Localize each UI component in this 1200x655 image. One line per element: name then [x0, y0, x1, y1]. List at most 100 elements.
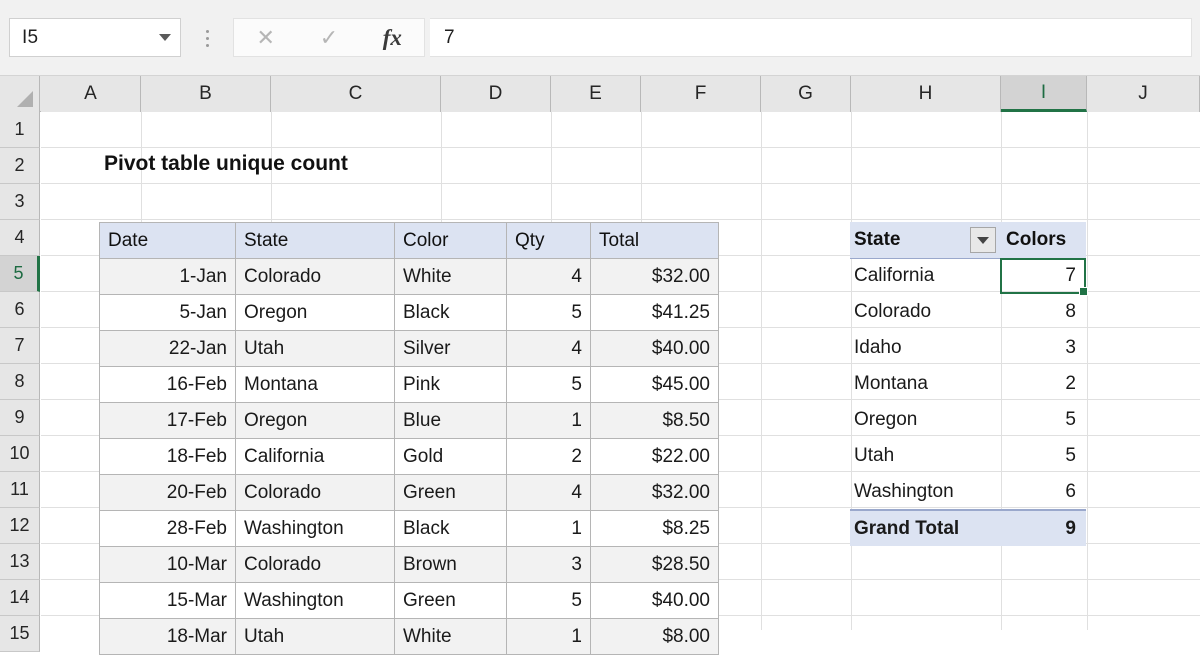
pivot-row[interactable]: Colorado 8 [850, 294, 1086, 330]
cell-color[interactable]: Black [394, 510, 507, 547]
table-row[interactable]: 20-Feb Colorado Green 4 $32.00 [99, 474, 719, 511]
pivot-cell-colors[interactable]: 7 [1000, 258, 1086, 294]
column-header-state[interactable]: State [235, 222, 395, 259]
cell-total[interactable]: $40.00 [590, 330, 719, 367]
check-icon[interactable]: ✓ [297, 26, 360, 49]
pivot-cell-state[interactable]: Washington [850, 474, 1000, 510]
cell-qty[interactable]: 1 [506, 618, 591, 655]
cell-qty[interactable]: 1 [506, 510, 591, 547]
formula-bar-gripper[interactable] [200, 26, 214, 50]
cell-date[interactable]: 16-Feb [99, 366, 236, 403]
column-header-i[interactable]: I [1001, 76, 1087, 112]
row-header-13[interactable]: 13 [0, 544, 40, 580]
cell-state[interactable]: Colorado [235, 474, 395, 511]
formula-input[interactable]: 7 [430, 18, 1192, 57]
cell-state[interactable]: Washington [235, 582, 395, 619]
cell-qty[interactable]: 1 [506, 402, 591, 439]
cell-date[interactable]: 20-Feb [99, 474, 236, 511]
cell-total[interactable]: $32.00 [590, 258, 719, 295]
pivot-row[interactable]: Montana 2 [850, 366, 1086, 402]
pivot-cell-colors[interactable]: 8 [1000, 294, 1086, 330]
cell-date[interactable]: 18-Feb [99, 438, 236, 475]
pivot-cell-state[interactable]: California [850, 258, 1000, 294]
pivot-cell-state[interactable]: Oregon [850, 402, 1000, 438]
cell-color[interactable]: Blue [394, 402, 507, 439]
cell-state[interactable]: Colorado [235, 546, 395, 583]
cell-date[interactable]: 5-Jan [99, 294, 236, 331]
cell-total[interactable]: $41.25 [590, 294, 719, 331]
cell-date[interactable]: 18-Mar [99, 618, 236, 655]
table-row[interactable]: 16-Feb Montana Pink 5 $45.00 [99, 366, 719, 403]
row-header-11[interactable]: 11 [0, 472, 40, 508]
cell-date[interactable]: 10-Mar [99, 546, 236, 583]
cell-total[interactable]: $32.00 [590, 474, 719, 511]
pivot-cell-state[interactable]: Colorado [850, 294, 1000, 330]
cell-qty[interactable]: 2 [506, 438, 591, 475]
pivot-cell-state[interactable]: Idaho [850, 330, 1000, 366]
table-row[interactable]: 5-Jan Oregon Black 5 $41.25 [99, 294, 719, 331]
pivot-grand-total-row[interactable]: Grand Total 9 [850, 509, 1086, 546]
table-row[interactable]: 17-Feb Oregon Blue 1 $8.50 [99, 402, 719, 439]
column-header-b[interactable]: B [141, 76, 271, 112]
pivot-row[interactable]: Utah 5 [850, 438, 1086, 474]
column-header-e[interactable]: E [551, 76, 641, 112]
cell-total[interactable]: $8.50 [590, 402, 719, 439]
table-row[interactable]: 1-Jan Colorado White 4 $32.00 [99, 258, 719, 295]
cell-total[interactable]: $45.00 [590, 366, 719, 403]
cell-color[interactable]: Brown [394, 546, 507, 583]
pivot-cell-colors[interactable]: 2 [1000, 366, 1086, 402]
cell-date[interactable]: 1-Jan [99, 258, 236, 295]
cell-state[interactable]: Washington [235, 510, 395, 547]
select-all-corner[interactable] [0, 76, 40, 112]
cell-state[interactable]: Utah [235, 618, 395, 655]
row-header-9[interactable]: 9 [0, 400, 40, 436]
row-header-1[interactable]: 1 [0, 112, 40, 148]
cell-state[interactable]: Oregon [235, 402, 395, 439]
cell-state[interactable]: Colorado [235, 258, 395, 295]
cell-qty[interactable]: 4 [506, 258, 591, 295]
cell-qty[interactable]: 5 [506, 582, 591, 619]
cell-total[interactable]: $40.00 [590, 582, 719, 619]
cell-state[interactable]: Utah [235, 330, 395, 367]
column-header-j[interactable]: J [1087, 76, 1200, 112]
column-header-d[interactable]: D [441, 76, 551, 112]
column-header-color[interactable]: Color [394, 222, 507, 259]
filter-dropdown-icon[interactable] [970, 227, 996, 253]
column-header-g[interactable]: G [761, 76, 851, 112]
cell-total[interactable]: $28.50 [590, 546, 719, 583]
table-row[interactable]: 18-Feb California Gold 2 $22.00 [99, 438, 719, 475]
row-header-14[interactable]: 14 [0, 580, 40, 616]
column-header-total[interactable]: Total [590, 222, 719, 259]
cell-qty[interactable]: 4 [506, 474, 591, 511]
cell-total[interactable]: $8.25 [590, 510, 719, 547]
row-header-15[interactable]: 15 [0, 616, 40, 652]
cell-date[interactable]: 22-Jan [99, 330, 236, 367]
close-icon[interactable]: ✕ [234, 26, 297, 49]
row-header-10[interactable]: 10 [0, 436, 40, 472]
pivot-cell-colors[interactable]: 3 [1000, 330, 1086, 366]
name-box-dropdown-icon[interactable] [150, 34, 180, 41]
cell-date[interactable]: 28-Feb [99, 510, 236, 547]
cell-qty[interactable]: 5 [506, 366, 591, 403]
pivot-cell-colors[interactable]: 6 [1000, 474, 1086, 510]
pivot-cell-state[interactable]: Montana [850, 366, 1000, 402]
cell-qty[interactable]: 4 [506, 330, 591, 367]
row-header-5[interactable]: 5 [0, 256, 40, 292]
row-header-4[interactable]: 4 [0, 220, 40, 256]
cell-color[interactable]: Gold [394, 438, 507, 475]
pivot-row[interactable]: Idaho 3 [850, 330, 1086, 366]
cell-total[interactable]: $8.00 [590, 618, 719, 655]
cell-color[interactable]: Black [394, 294, 507, 331]
table-row[interactable]: 15-Mar Washington Green 5 $40.00 [99, 582, 719, 619]
cell-color[interactable]: Green [394, 582, 507, 619]
fx-icon[interactable]: fx [361, 26, 424, 49]
column-header-f[interactable]: F [641, 76, 761, 112]
pivot-column-header-colors[interactable]: Colors [1000, 222, 1086, 259]
pivot-column-header-state[interactable]: State [850, 222, 1000, 259]
name-box[interactable]: I5 [9, 18, 181, 57]
pivot-row[interactable]: California 7 [850, 258, 1086, 294]
cell-color[interactable]: Pink [394, 366, 507, 403]
column-header-qty[interactable]: Qty [506, 222, 591, 259]
row-header-12[interactable]: 12 [0, 508, 40, 544]
cell-color[interactable]: Green [394, 474, 507, 511]
